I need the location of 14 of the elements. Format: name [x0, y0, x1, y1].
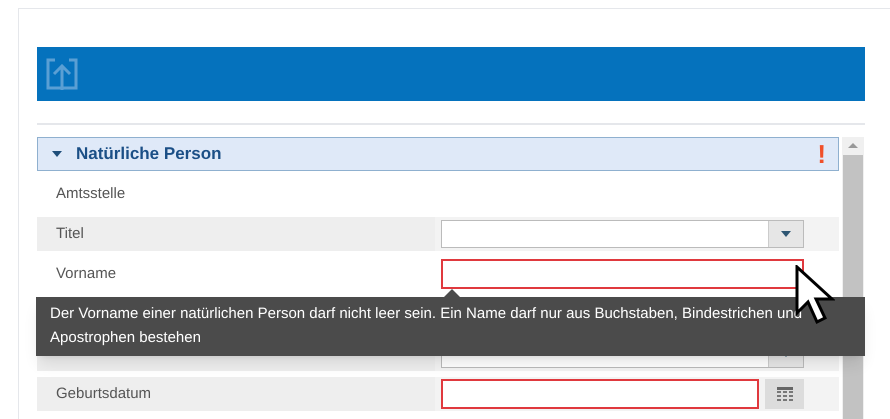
dropdown-button[interactable]	[768, 221, 803, 247]
section-title: Natürliche Person	[76, 143, 222, 166]
calendar-button[interactable]	[765, 379, 804, 409]
calendar-icon	[776, 387, 792, 401]
section-header[interactable]: Natürliche Person !	[37, 137, 839, 171]
dropdown-field[interactable]	[441, 220, 804, 248]
field-label: Vorname	[55, 264, 118, 284]
input-field[interactable]	[441, 259, 804, 289]
field-label: Amtsstelle	[55, 184, 126, 204]
date-field[interactable]	[441, 379, 759, 409]
error-mark: !	[817, 141, 826, 167]
field-label: Geburtsdatum	[37, 377, 435, 411]
dropdown-caret-icon	[781, 231, 791, 237]
field-label: Titel	[37, 217, 435, 251]
